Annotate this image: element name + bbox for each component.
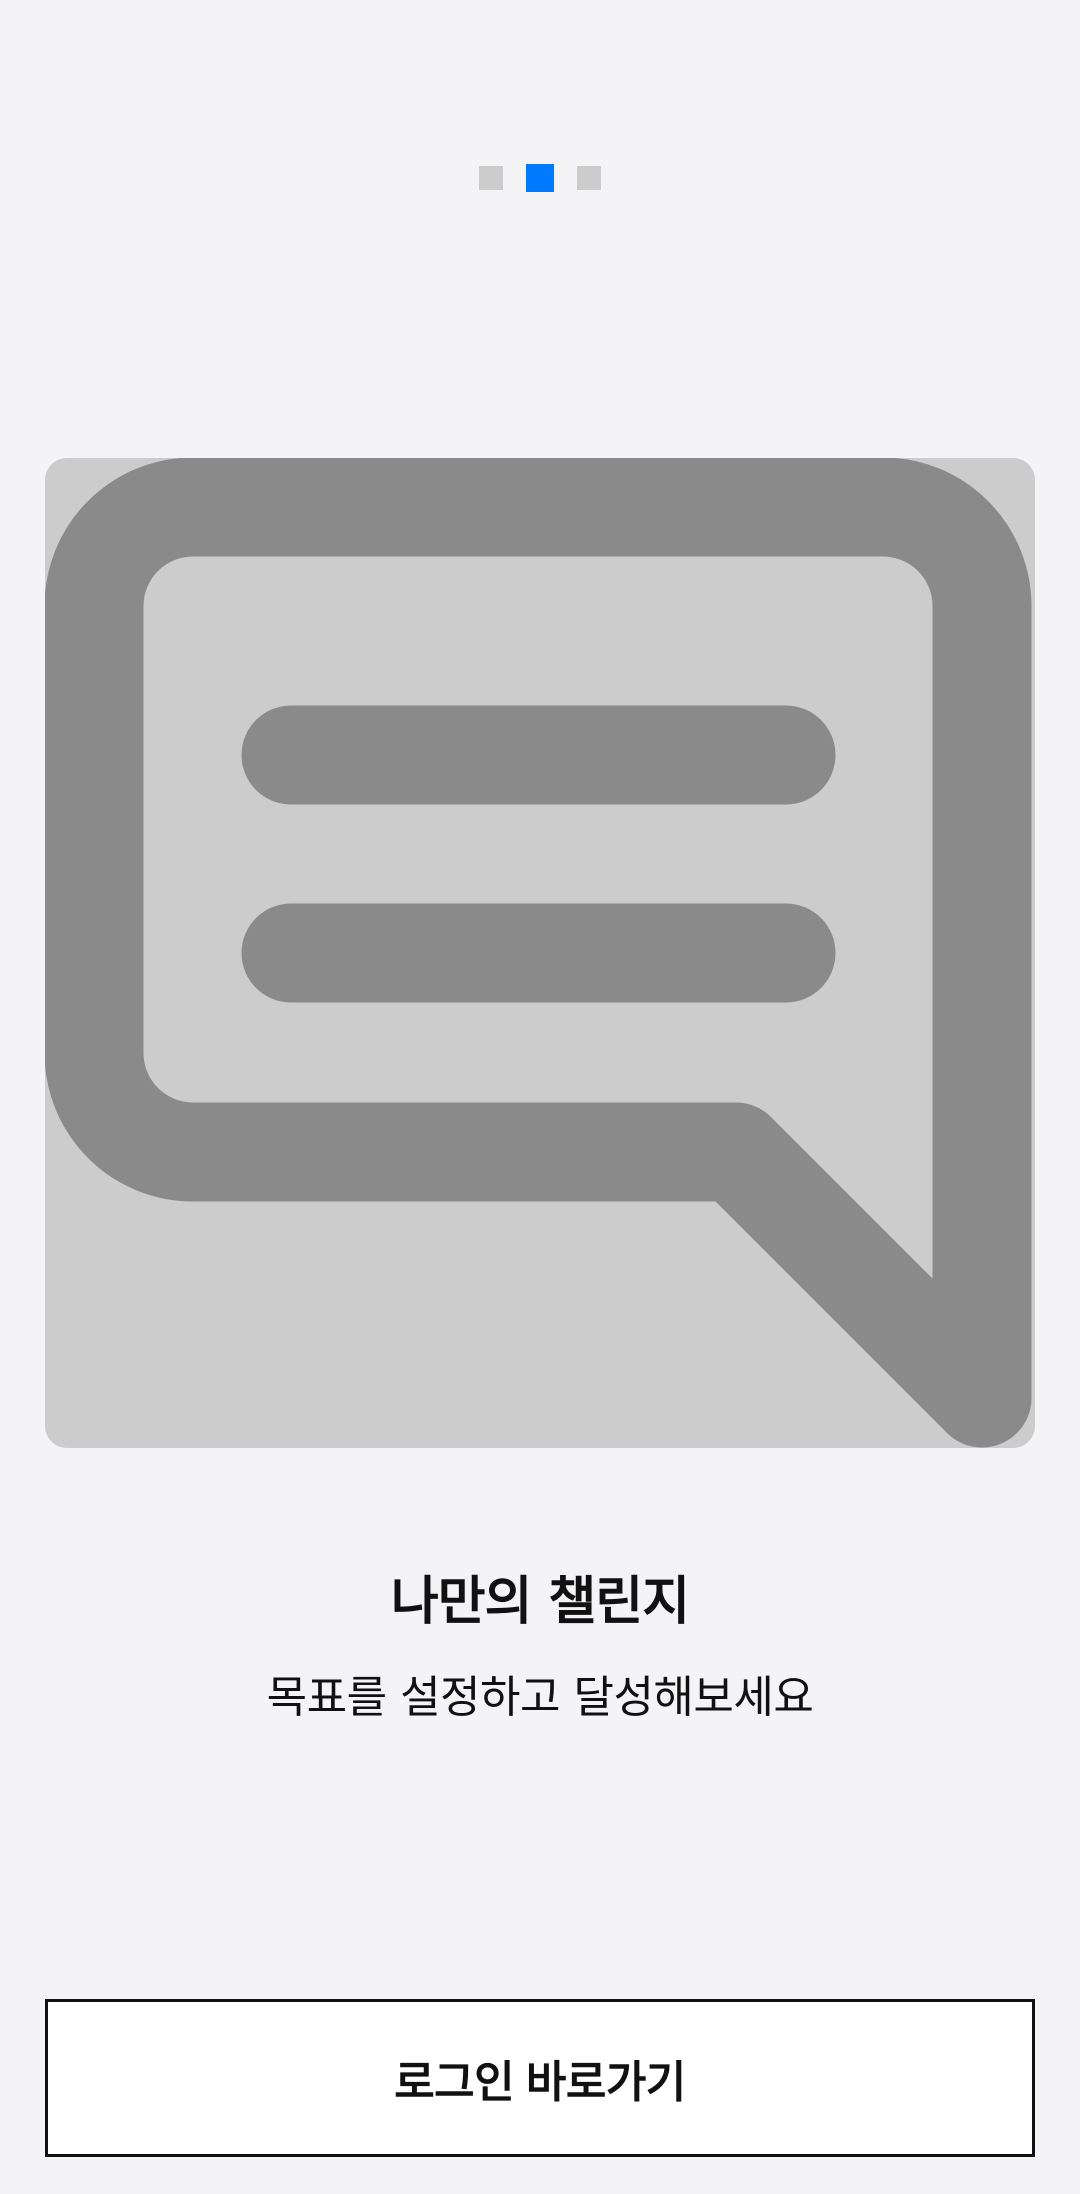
onboarding-subtitle: 목표를 설정하고 달성해보세요	[266, 1672, 814, 1723]
page-indicator-dot-3[interactable]	[577, 166, 601, 190]
page-indicator-dot-1[interactable]	[479, 166, 503, 190]
login-shortcut-button[interactable]: 로그인 바로가기	[45, 1999, 1035, 2157]
chat-bubble-icon	[45, 458, 1032, 1448]
page-indicator-dot-2-active[interactable]	[526, 164, 554, 192]
onboarding-illustration	[45, 458, 1035, 1448]
onboarding-title: 나만의 챌린지	[390, 1572, 690, 1632]
page-indicator	[0, 164, 1080, 192]
